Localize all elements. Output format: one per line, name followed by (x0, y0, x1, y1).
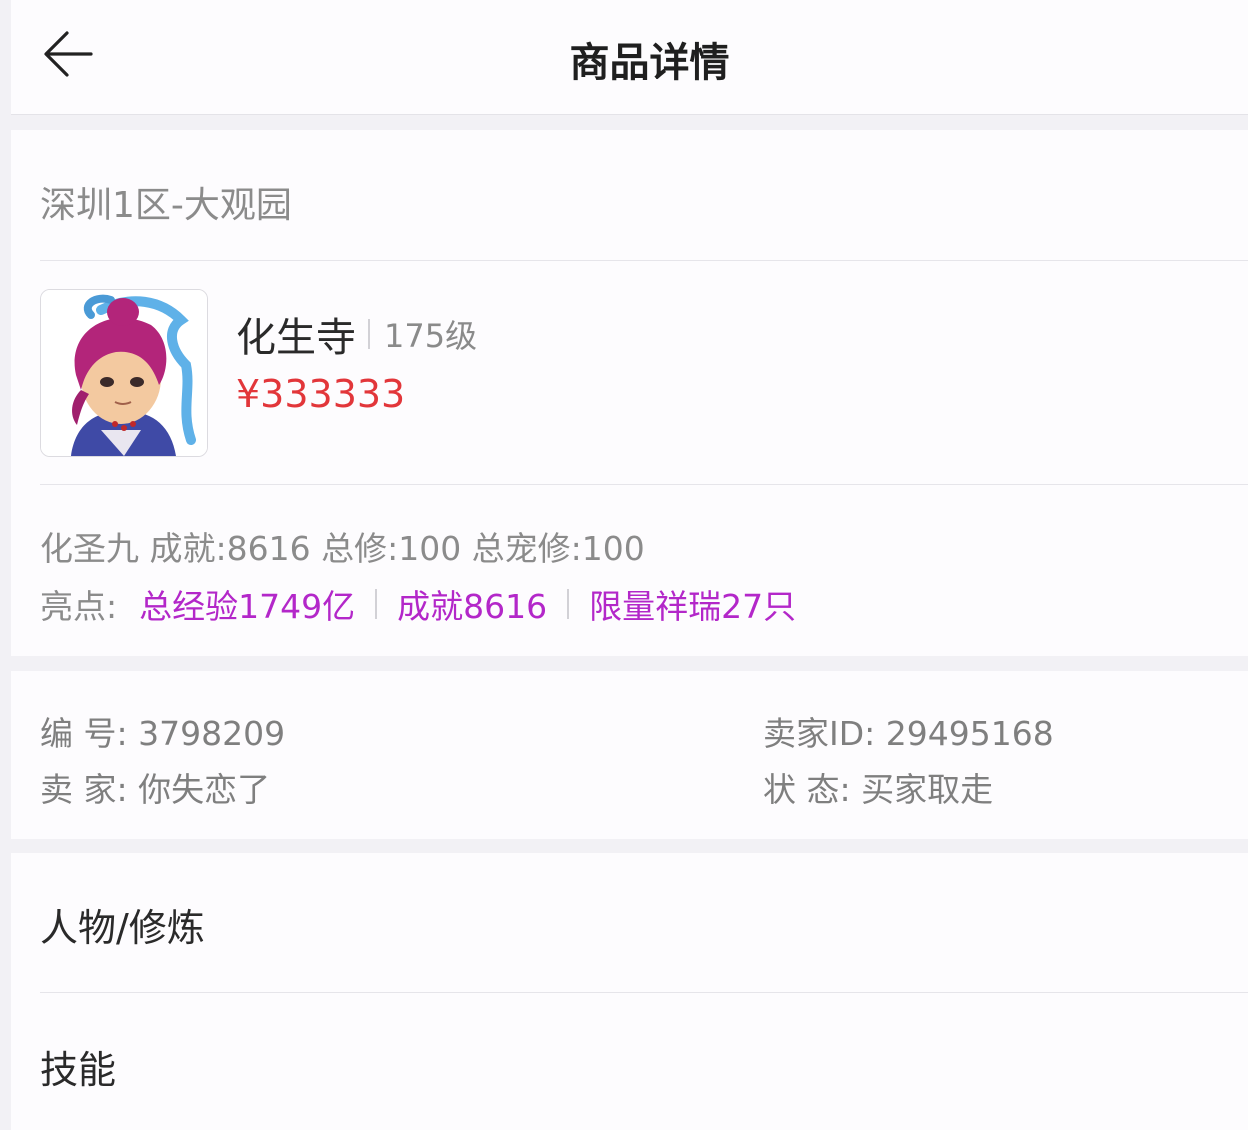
character-avatar (40, 289, 208, 457)
highlight-tag[interactable]: 限量祥瑞27只 (589, 580, 796, 628)
separator (368, 319, 370, 349)
section-skills[interactable]: 技能 (40, 1039, 116, 1094)
seller-id: 卖家ID: 29495168 (763, 714, 1054, 753)
server-name: 深圳1区-大观园 (40, 185, 292, 226)
top-bar: 商品详情 (11, 0, 1248, 115)
highlight-tag[interactable]: 成就8616 (397, 580, 547, 628)
divider (40, 992, 1248, 993)
character-stats: 化圣九 成就:8616 总修:100 总宠修:100 (40, 529, 645, 568)
separator (567, 589, 570, 619)
divider (40, 484, 1248, 485)
item-status: 状 态: 买家取走 (763, 770, 994, 809)
page-title: 商品详情 (569, 40, 730, 86)
section-character-cultivation[interactable]: 人物/修炼 (40, 897, 205, 952)
highlights-row: 亮点: 总经验1749亿 成就8616 限量祥瑞27只 (40, 580, 796, 628)
character-level: 175级 (384, 317, 478, 355)
product-card: 深圳1区-大观园 化生寺 175级 ¥333333 化圣九 成就:8616 总修… (11, 130, 1248, 656)
divider (40, 260, 1248, 261)
detail-sections-card: 人物/修炼 技能 (11, 853, 1248, 1130)
price: ¥333333 (236, 372, 406, 416)
separator (375, 589, 378, 619)
item-id: 编 号: 3798209 (40, 714, 286, 753)
school-name: 化生寺 (236, 315, 356, 361)
highlight-tag[interactable]: 总经验1749亿 (139, 580, 355, 628)
character-name-row: 化生寺 175级 (236, 305, 477, 363)
order-info-card: 编 号: 3798209 卖 家: 你失恋了 卖家ID: 29495168 状 … (11, 671, 1248, 839)
highlights-label: 亮点: (40, 587, 118, 626)
seller-name: 卖 家: 你失恋了 (40, 770, 271, 809)
